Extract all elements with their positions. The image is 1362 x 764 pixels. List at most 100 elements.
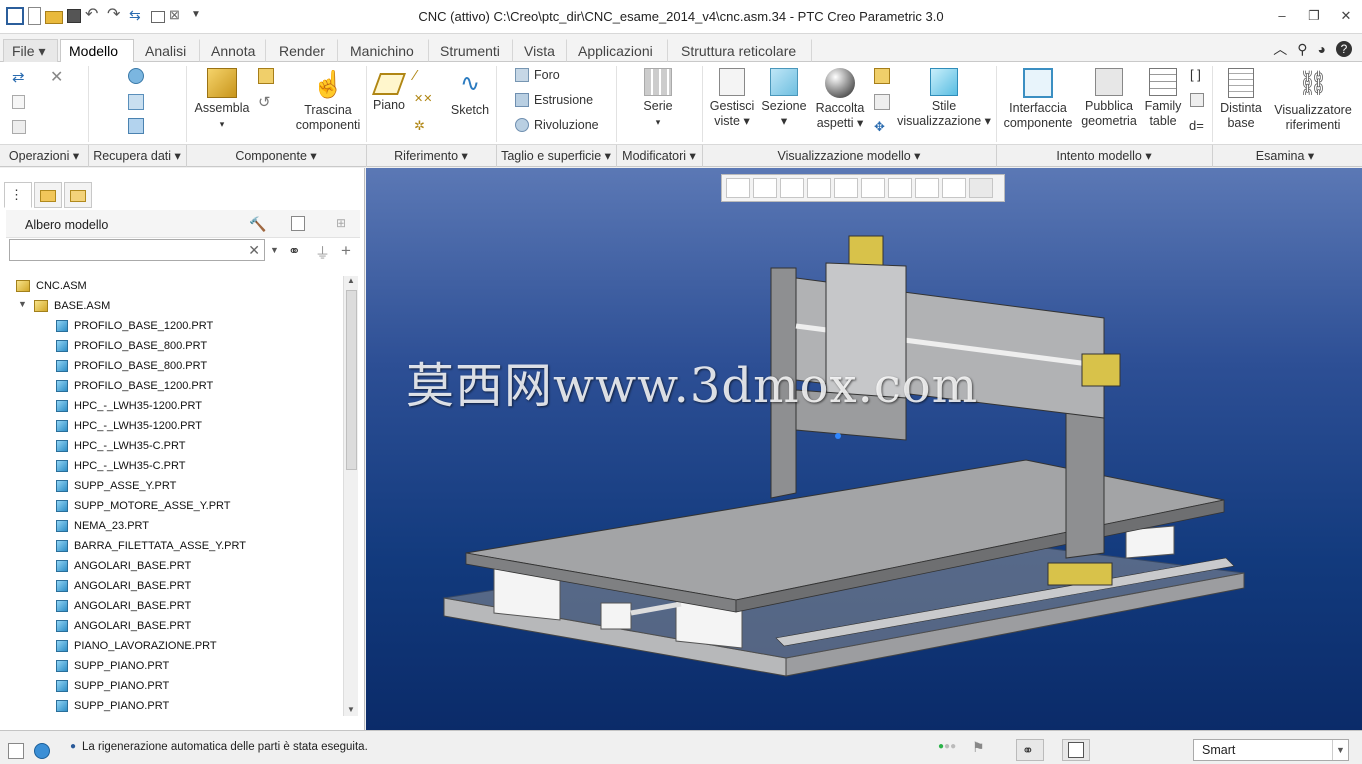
scroll-down-icon[interactable]: ▼: [347, 705, 355, 714]
show-columns-icon[interactable]: [291, 216, 305, 231]
group-modificatori[interactable]: Modificatori ▾: [616, 148, 702, 163]
tree-item[interactable]: ANGOLARI_BASE.PRT: [56, 576, 191, 596]
tree-item[interactable]: SUPP_PIANO.PRT: [56, 656, 169, 676]
display-style-small-icon[interactable]: [874, 68, 890, 84]
tree-item[interactable]: PROFILO_BASE_1200.PRT: [56, 316, 213, 336]
tree-subassembly[interactable]: BASE.ASM: [34, 296, 110, 316]
tab-model-tree[interactable]: ⋮: [4, 182, 32, 208]
pubblica-geometria-button[interactable]: Pubblica geometria: [1078, 68, 1140, 129]
tab-manichino[interactable]: Manichino: [341, 39, 429, 62]
selection-filter-select[interactable]: Smart ▼: [1193, 739, 1349, 761]
group-riferimento[interactable]: Riferimento ▾: [366, 148, 496, 163]
tree-item[interactable]: SUPP_PIANO.PRT: [56, 696, 169, 714]
tab-modello[interactable]: Modello: [60, 39, 134, 63]
stile-visualizzazione-button[interactable]: Stile visualizzazione ▾: [896, 68, 992, 129]
help-icon[interactable]: ?: [1336, 41, 1352, 57]
filter-icon[interactable]: ⏚: [315, 242, 331, 262]
minimize-button[interactable]: –: [1276, 8, 1288, 24]
flag-icon[interactable]: ⚑: [972, 739, 985, 756]
tree-root[interactable]: CNC.ASM: [16, 276, 87, 296]
regenerate-icon[interactable]: ⇄: [12, 68, 28, 86]
tab-applicazioni[interactable]: Applicazioni: [569, 39, 668, 62]
raccolta-aspetti-button[interactable]: Raccolta aspetti ▾: [810, 68, 870, 131]
tree-search-input[interactable]: ✕: [9, 239, 265, 261]
gestisci-viste-button[interactable]: Gestisci viste ▾: [704, 68, 760, 129]
datum-axis-icon[interactable]: ⁄: [414, 67, 430, 84]
close-button[interactable]: ✕: [1340, 8, 1352, 24]
datum-point-icon[interactable]: ✕✕: [414, 92, 432, 108]
collapse-ribbon-icon[interactable]: ︿: [1273, 39, 1287, 59]
parameters-icon[interactable]: [1190, 93, 1204, 107]
tree-scrollbar[interactable]: ▲ ▼: [343, 276, 358, 716]
navigator-toggle-icon[interactable]: [8, 743, 24, 759]
estrusione-button[interactable]: Estrusione: [515, 93, 593, 107]
tab-folder-browser[interactable]: [34, 182, 62, 208]
clear-search-icon[interactable]: ✕: [248, 242, 260, 259]
tree-item[interactable]: PROFILO_BASE_1200.PRT: [56, 376, 213, 396]
user-defined-feature-icon[interactable]: [128, 68, 144, 84]
tree-item[interactable]: PROFILO_BASE_800.PRT: [56, 356, 207, 376]
tab-render[interactable]: Render: [270, 39, 338, 62]
tree-item[interactable]: NEMA_23.PRT: [56, 516, 149, 536]
add-icon[interactable]: +: [341, 241, 357, 260]
search-icon[interactable]: ⚲: [1297, 41, 1307, 58]
tree-item[interactable]: PIANO_LAVORAZIONE.PRT: [56, 636, 217, 656]
rivoluzione-button[interactable]: Rivoluzione: [515, 118, 599, 132]
create-component-icon[interactable]: [258, 68, 274, 84]
coordinate-system-icon[interactable]: ✲: [414, 118, 430, 134]
tree-item[interactable]: SUPP_PIANO.PRT: [56, 676, 169, 696]
chevron-down-icon[interactable]: ▼: [1332, 740, 1348, 760]
assembla-button[interactable]: Assembla ▾: [190, 68, 254, 132]
tree-filter-off-icon[interactable]: ⊞: [336, 216, 352, 232]
tab-vista[interactable]: Vista: [515, 39, 567, 62]
group-operazioni[interactable]: Operazioni ▾: [0, 148, 88, 163]
tab-annota[interactable]: Annota: [202, 39, 266, 62]
group-recupera-dati[interactable]: Recupera dati ▾: [88, 148, 186, 163]
binoculars-icon[interactable]: ⚭: [288, 242, 304, 260]
visualizzatore-riferimenti-button[interactable]: ⛓ Visualizzatore riferimenti: [1268, 68, 1358, 133]
tree-item[interactable]: PROFILO_BASE_800.PRT: [56, 336, 207, 356]
piano-button[interactable]: Piano: [368, 68, 410, 113]
sketch-button[interactable]: ∿ Sketch: [448, 68, 492, 118]
tree-item[interactable]: BARRA_FILETTATA_ASSE_Y.PRT: [56, 536, 246, 556]
tab-favorites[interactable]: [64, 182, 92, 208]
group-visualizzazione-modello[interactable]: Visualizzazione modello ▾: [702, 148, 996, 163]
tree-item[interactable]: ANGOLARI_BASE.PRT: [56, 616, 191, 636]
relations-icon[interactable]: [ ]: [1190, 67, 1206, 83]
search-dropdown-icon[interactable]: ▼: [270, 245, 286, 261]
find-button[interactable]: ⚭: [1016, 739, 1044, 761]
family-table-button[interactable]: Family table: [1140, 68, 1186, 129]
explode-view-icon[interactable]: ✥: [874, 119, 890, 135]
group-componente[interactable]: Componente ▾: [186, 148, 366, 163]
graphics-viewport[interactable]: 莫西网www.3dmox.com: [366, 168, 1362, 730]
layers-icon[interactable]: [874, 94, 890, 110]
tree-item[interactable]: HPC_-_LWH35-C.PRT: [56, 456, 185, 476]
distinta-base-button[interactable]: Distinta base: [1214, 68, 1268, 131]
expand-toggle-icon[interactable]: ▼: [18, 299, 27, 309]
tree-item[interactable]: ANGOLARI_BASE.PRT: [56, 556, 191, 576]
tab-file[interactable]: File ▾: [3, 39, 58, 62]
maximize-button[interactable]: ❐: [1308, 8, 1320, 24]
tree-item[interactable]: HPC_-_LWH35-C.PRT: [56, 436, 185, 456]
tab-strumenti[interactable]: Strumenti: [431, 39, 513, 62]
delete-icon[interactable]: ✕: [50, 67, 66, 86]
shrinkwrap-icon[interactable]: [128, 118, 144, 134]
serie-button[interactable]: Serie ▾: [630, 68, 686, 130]
paste-icon[interactable]: [12, 120, 26, 134]
tree-item[interactable]: ANGOLARI_BASE.PRT: [56, 596, 191, 616]
copy-geometry-icon[interactable]: [128, 94, 144, 110]
tree-settings-icon[interactable]: 🔨: [249, 216, 266, 232]
tab-analisi[interactable]: Analisi: [136, 39, 200, 62]
scrollbar-thumb[interactable]: [346, 290, 357, 470]
tab-struttura-reticolare[interactable]: Struttura reticolare: [672, 39, 812, 62]
tree-item[interactable]: HPC_-_LWH35-1200.PRT: [56, 396, 202, 416]
select-box-button[interactable]: [1062, 739, 1090, 761]
switch-dimensions-icon[interactable]: d=: [1189, 118, 1209, 134]
scroll-up-icon[interactable]: ▲: [347, 276, 355, 285]
group-intento-modello[interactable]: Intento modello ▾: [996, 148, 1212, 163]
repeat-icon[interactable]: ↺: [258, 93, 274, 111]
group-taglio-superficie[interactable]: Taglio e superficie ▾: [496, 148, 616, 163]
cnc-3d-model[interactable]: [366, 168, 1362, 730]
group-esamina[interactable]: Esamina ▾: [1212, 148, 1358, 163]
foro-button[interactable]: Foro: [515, 68, 560, 82]
